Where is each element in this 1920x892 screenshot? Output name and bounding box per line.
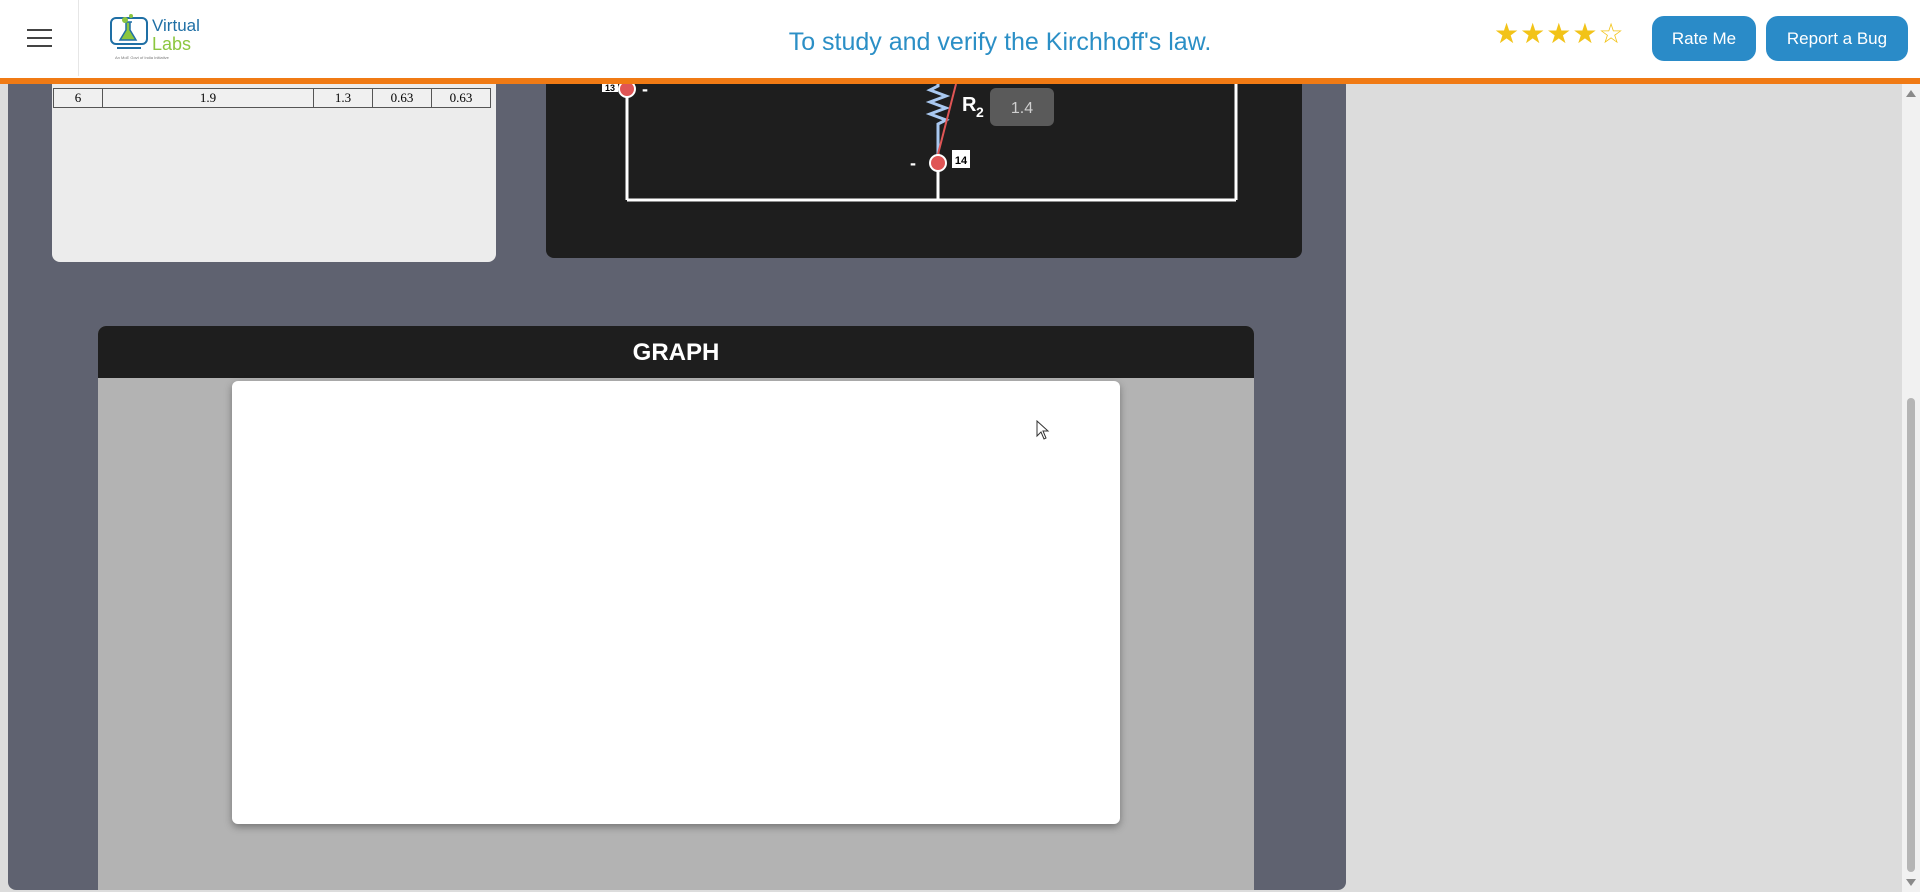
logo-text-labs: Labs bbox=[152, 34, 192, 54]
star-filled-icon[interactable]: ★ bbox=[1494, 19, 1519, 49]
graph-title: GRAPH bbox=[98, 326, 1254, 378]
terminal-node-14[interactable] bbox=[929, 154, 947, 172]
rate-me-button[interactable]: Rate Me bbox=[1652, 16, 1756, 61]
minus-sign: - bbox=[642, 84, 648, 99]
scroll-up-icon[interactable] bbox=[1906, 90, 1916, 97]
table-cell: 1.3 bbox=[313, 88, 373, 108]
circuit-diagram: 13 - 14 - R 2 1.4 bbox=[602, 84, 1238, 202]
experiment-workspace: 6 1.9 1.3 0.63 0.63 13 - 14 - R 2 1.4 GR… bbox=[8, 84, 1346, 890]
star-rating[interactable]: ★ ★ ★ ★ ☆ bbox=[1494, 19, 1624, 49]
scrollbar-thumb[interactable] bbox=[1907, 398, 1915, 872]
node-label-14: 14 bbox=[955, 155, 968, 167]
table-row: 6 1.9 1.3 0.63 0.63 bbox=[53, 88, 491, 108]
resistor-label: R bbox=[962, 94, 977, 116]
circuit-diagram-panel: 13 - 14 - R 2 1.4 bbox=[546, 84, 1302, 258]
logo-tagline: An MoE Govt of India Initiative bbox=[115, 55, 169, 60]
table-cell: 6 bbox=[53, 88, 103, 108]
graph-canvas[interactable] bbox=[232, 381, 1120, 824]
scroll-down-icon[interactable] bbox=[1906, 879, 1916, 886]
report-bug-button[interactable]: Report a Bug bbox=[1766, 16, 1908, 61]
star-filled-icon[interactable]: ★ bbox=[1546, 19, 1571, 49]
node-label-13: 13 bbox=[605, 84, 615, 93]
resistor-value: 1.4 bbox=[1011, 100, 1033, 117]
flask-logo-icon bbox=[110, 14, 148, 49]
hamburger-menu-button[interactable] bbox=[0, 0, 79, 76]
resistor-r2 bbox=[925, 84, 951, 159]
observation-table-panel: 6 1.9 1.3 0.63 0.63 bbox=[52, 84, 496, 262]
page-title: To study and verify the Kirchhoff's law. bbox=[788, 28, 1212, 56]
hamburger-menu-icon bbox=[26, 29, 52, 31]
logo-text-virtual: Virtual bbox=[152, 16, 200, 35]
observation-table: 6 1.9 1.3 0.63 0.63 bbox=[53, 88, 491, 108]
star-empty-icon[interactable]: ☆ bbox=[1598, 19, 1623, 49]
top-navbar: Virtual Labs An MoE Govt of India Initia… bbox=[0, 0, 1920, 84]
minus-sign: - bbox=[910, 153, 916, 173]
graph-section: GRAPH bbox=[98, 326, 1254, 890]
terminal-node-13[interactable] bbox=[618, 84, 636, 98]
star-filled-icon[interactable]: ★ bbox=[1572, 19, 1597, 49]
mouse-cursor-icon bbox=[1036, 420, 1050, 440]
star-filled-icon[interactable]: ★ bbox=[1520, 19, 1545, 49]
table-cell: 0.63 bbox=[372, 88, 432, 108]
resistor-subscript: 2 bbox=[976, 104, 984, 120]
table-cell: 1.9 bbox=[102, 88, 314, 108]
table-cell: 0.63 bbox=[431, 88, 491, 108]
vertical-scrollbar[interactable] bbox=[1902, 84, 1920, 892]
virtual-labs-logo[interactable]: Virtual Labs An MoE Govt of India Initia… bbox=[109, 12, 201, 64]
